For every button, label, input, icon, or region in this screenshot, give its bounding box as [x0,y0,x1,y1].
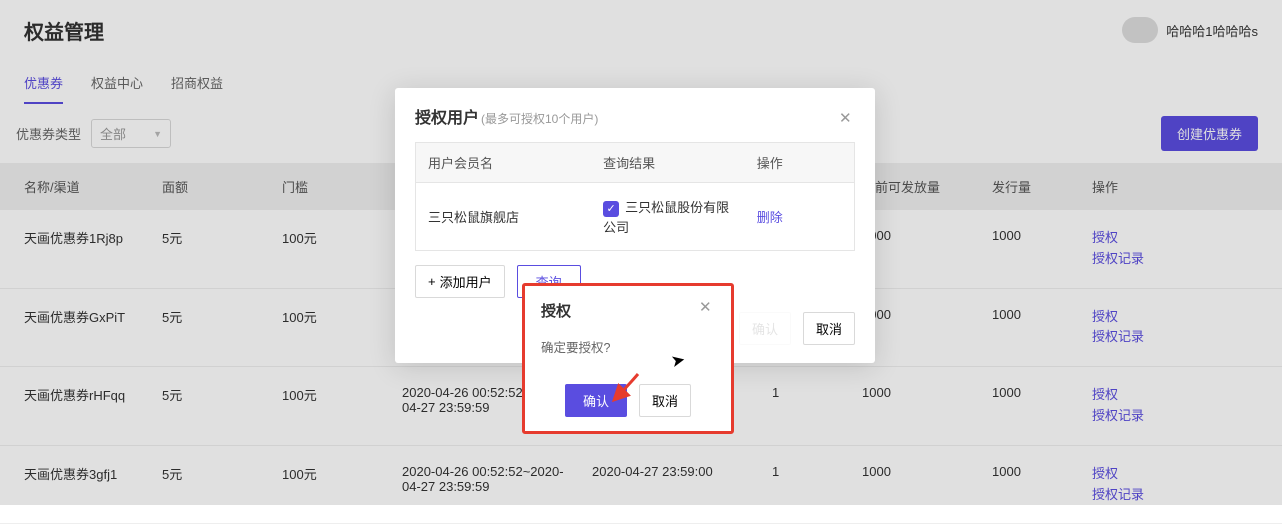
confirm-cancel-button[interactable]: 取消 [639,384,691,417]
modal-ok-button-obscured[interactable]: 确认 [739,312,791,345]
tab-merchant-rights[interactable]: 招商权益 [171,73,223,104]
user-display-name[interactable]: 哈哈哈1哈哈哈s [1166,21,1258,40]
ucol-member: 用户会员名 [416,143,592,183]
col-name: 名称/渠道 [0,163,150,210]
col-issued: 发行量 [980,163,1080,210]
confirm-dialog: 授权 ✕ 确定要授权? 确认 取消 [522,283,734,434]
authorize-link[interactable]: 授权 [1092,307,1270,328]
authorize-log-link[interactable]: 授权记录 [1092,406,1270,427]
add-user-button[interactable]: +添加用户 [415,265,505,298]
filter-label: 优惠券类型 [16,124,81,143]
avatar[interactable] [1122,17,1158,43]
coupon-type-select[interactable]: 全部 ▼ [91,119,171,148]
user-member-cell: 三只松鼠旗舰店 [416,183,592,251]
user-result-cell: ✓三只松鼠股份有限公司 [591,183,745,251]
plus-icon: + [428,274,436,289]
page-title: 权益管理 [24,16,104,45]
authorize-link[interactable]: 授权 [1092,464,1270,485]
modal-title: 授权用户 [415,104,479,128]
chevron-down-icon: ▼ [153,129,162,139]
modal-cancel-button[interactable]: 取消 [803,312,855,345]
select-value: 全部 [100,124,126,143]
modal-subtitle: (最多可授权10个用户) [481,110,598,127]
ucol-op: 操作 [745,143,855,183]
create-coupon-button[interactable]: 创建优惠券 [1161,116,1258,151]
table-row: 天画优惠券3gfj15元100元2020-04-26 00:52:52~2020… [0,445,1282,524]
col-ops: 操作 [1080,163,1282,210]
close-icon[interactable]: ✕ [699,300,715,316]
user-table: 用户会员名 查询结果 操作 三只松鼠旗舰店 ✓三只松鼠股份有限公司 删除 [415,142,855,251]
col-threshold: 门槛 [270,163,390,210]
confirm-ok-button[interactable]: 确认 [565,384,627,417]
checkbox-checked-icon[interactable]: ✓ [603,201,619,217]
close-icon[interactable]: ✕ [839,111,855,127]
confirm-message: 确定要授权? [541,337,715,356]
tab-rights-center[interactable]: 权益中心 [91,73,143,104]
page-header: 权益管理 哈哈哈1哈哈哈s [0,0,1282,60]
authorize-link[interactable]: 授权 [1092,228,1270,249]
confirm-title: 授权 [541,300,571,321]
authorize-log-link[interactable]: 授权记录 [1092,485,1270,506]
tab-coupon[interactable]: 优惠券 [24,73,63,104]
delete-link[interactable]: 删除 [757,210,783,225]
authorize-log-link[interactable]: 授权记录 [1092,327,1270,348]
col-amount: 面额 [150,163,270,210]
authorize-log-link[interactable]: 授权记录 [1092,249,1270,270]
ucol-result: 查询结果 [591,143,745,183]
authorize-link[interactable]: 授权 [1092,385,1270,406]
user-row: 三只松鼠旗舰店 ✓三只松鼠股份有限公司 删除 [416,183,855,251]
